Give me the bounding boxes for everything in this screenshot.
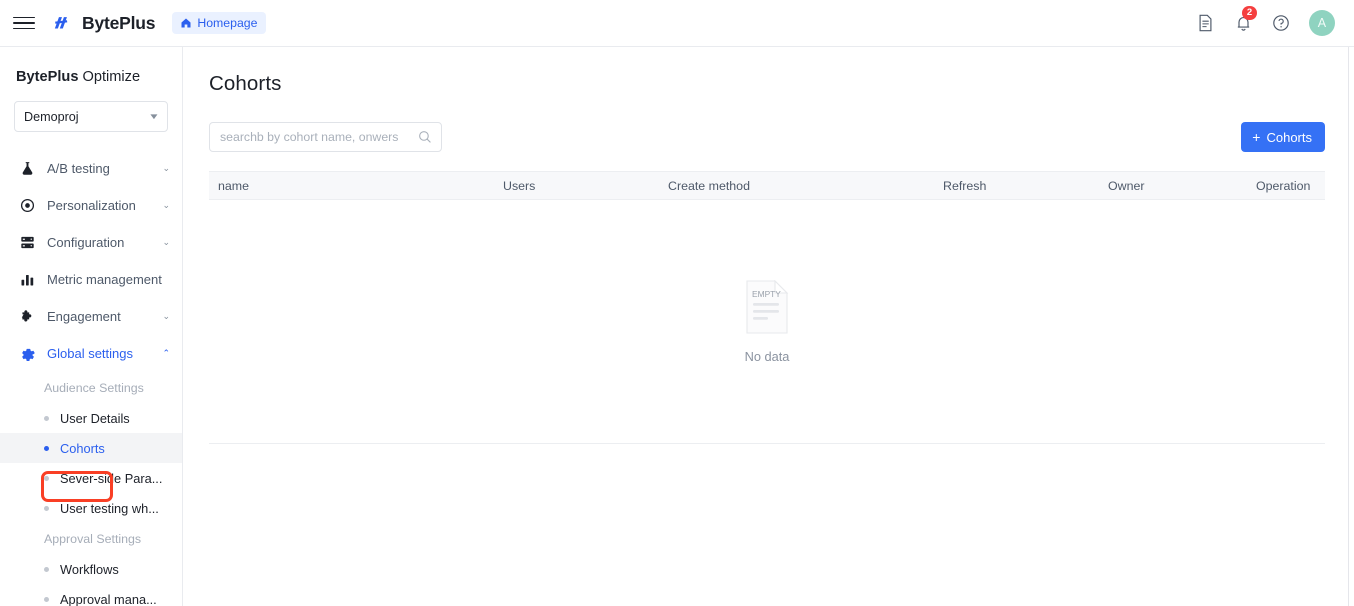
- sidebar-item-label: Metric management: [47, 272, 162, 287]
- bullet-icon: [44, 505, 49, 511]
- sidebar-subitem-label: User Details: [60, 410, 130, 426]
- page-title: Cohorts: [209, 72, 282, 95]
- bullet-icon: [44, 415, 49, 421]
- chevron-down-icon: ⌄: [162, 311, 170, 321]
- chevron-down-icon: ⌄: [162, 237, 170, 247]
- server-icon: [19, 234, 36, 251]
- target-icon: [19, 197, 36, 214]
- empty-document-icon: EMPTY: [745, 279, 789, 334]
- sidebar-subitem-approval-mana[interactable]: Approval mana...: [0, 584, 182, 606]
- plus-icon: +: [1252, 129, 1261, 145]
- bullet-icon: [44, 475, 49, 481]
- sidebar-subitem-label: Sever-side Para...: [60, 470, 163, 486]
- sidebar-item-configuration[interactable]: Configuration ⌄: [0, 224, 182, 261]
- sidebar-subitem-label: Workflows: [60, 561, 119, 577]
- main-content: Cohorts + Cohorts nameU: [183, 47, 1354, 606]
- sidebar-subitem-label: User testing wh...: [60, 500, 159, 516]
- notifications-bell-icon[interactable]: 2: [1233, 6, 1257, 33]
- search-box[interactable]: [209, 122, 442, 152]
- sidebar-item-personalization[interactable]: Personalization ⌄: [0, 187, 182, 224]
- cohorts-table: name Users Create method Refresh Owner Operat…: [209, 171, 1325, 444]
- add-cohorts-button[interactable]: + Cohorts: [1241, 122, 1325, 152]
- add-cohorts-button-label: Cohorts: [1266, 129, 1312, 145]
- bullet-icon: [44, 566, 49, 572]
- brand-title-bold: Byte: [82, 12, 120, 33]
- sidebar-sub-nav: Audience Settings User Details Cohorts Seve…: [0, 372, 182, 606]
- project-selector[interactable]: Demoproj ▼: [14, 101, 168, 132]
- search-input[interactable]: [220, 130, 418, 144]
- sidebar-subitem-cohorts[interactable]: Cohorts: [0, 433, 182, 463]
- sidebar-item-engagement[interactable]: Engagement ⌄: [0, 298, 182, 335]
- empty-state-label: No data: [744, 348, 790, 364]
- table-column-header[interactable]: name: [209, 179, 494, 193]
- document-icon[interactable]: [1195, 13, 1215, 33]
- sidebar-item-label: Personalization: [47, 198, 136, 213]
- sidebar: BytePlus Optimize Demoproj ▼ A/B testing…: [0, 47, 183, 606]
- brand-logo[interactable]: BytePlus: [53, 12, 156, 34]
- right-edge-rule: [1348, 47, 1349, 606]
- user-avatar[interactable]: A: [1309, 10, 1335, 36]
- sidebar-subitem-sever-side-para[interactable]: Sever-side Para...: [0, 463, 182, 493]
- sidebar-item-a-b-testing[interactable]: A/B testing ⌄: [0, 150, 182, 187]
- sidebar-group-title: Audience Settings: [44, 380, 144, 395]
- home-icon: [181, 18, 191, 28]
- table-column-header[interactable]: Owner: [1099, 179, 1247, 193]
- table-column-header[interactable]: Users: [494, 179, 659, 193]
- table-column-header[interactable]: Operation: [1247, 179, 1325, 193]
- sidebar-item-metric-management[interactable]: Metric management: [0, 261, 182, 298]
- table-column-header[interactable]: Refresh: [934, 179, 1099, 193]
- sidebar-subitem-user-testing-wh[interactable]: User testing wh...: [0, 493, 182, 523]
- brand-title-rest: Plus: [119, 12, 156, 33]
- sidebar-item-label: Configuration: [47, 235, 125, 250]
- sidebar-group-title: Approval Settings: [44, 531, 142, 546]
- brand-title: BytePlus: [82, 12, 156, 34]
- sidebar-item-global-settings[interactable]: Global settings ⌃: [0, 335, 182, 372]
- sidebar-subitem-workflows[interactable]: Workflows: [0, 554, 182, 584]
- chevron-down-icon: ⌄: [162, 200, 170, 210]
- empty-icon-text: EMPTY: [752, 289, 781, 299]
- byteplus-logo-icon: [54, 16, 68, 29]
- sidebar-item-label: Global settings: [47, 346, 133, 361]
- table-column-header[interactable]: Create method: [659, 179, 934, 193]
- sidebar-subitem-label: Cohorts: [60, 440, 105, 456]
- bullet-icon: [44, 445, 49, 451]
- topbar-actions: 2 A: [1195, 6, 1340, 36]
- puzzle-icon: [19, 308, 36, 325]
- homepage-chip-label: Homepage: [197, 16, 258, 30]
- sidebar-product-suffix: Optimize: [78, 69, 141, 85]
- chevron-down-icon: ⌄: [162, 163, 170, 173]
- top-bar: BytePlus Homepage 2 A: [0, 0, 1354, 47]
- sidebar-subitem-user-details[interactable]: User Details: [0, 403, 182, 433]
- sidebar-item-label: A/B testing: [47, 161, 110, 176]
- table-bottom-divider: [209, 443, 1325, 444]
- chevron-up-icon: ⌃: [162, 348, 170, 358]
- project-selector-value: Demoproj: [24, 109, 79, 124]
- sidebar-subitem-label: Approval mana...: [60, 591, 157, 606]
- sidebar-product-brand: BytePlus: [16, 69, 79, 85]
- hamburger-menu-icon[interactable]: [13, 12, 35, 34]
- page-body: BytePlus Optimize Demoproj ▼ A/B testing…: [0, 47, 1354, 606]
- flask-icon: [19, 160, 36, 177]
- toolbar: + Cohorts: [209, 122, 1325, 152]
- sidebar-product-title: BytePlus Optimize: [0, 69, 182, 85]
- chevron-down-icon: ▼: [148, 112, 160, 121]
- notification-badge: 2: [1242, 6, 1257, 20]
- bullet-icon: [44, 596, 49, 602]
- gear-icon: [19, 345, 36, 362]
- help-circle-icon[interactable]: [1271, 13, 1291, 33]
- empty-state: EMPTY No data: [209, 200, 1325, 443]
- app-root: BytePlus Homepage 2 A BytePlus Optimize …: [0, 0, 1354, 606]
- homepage-chip[interactable]: Homepage: [172, 12, 267, 34]
- bar-chart-icon: [19, 271, 36, 288]
- search-icon: [418, 130, 432, 144]
- sidebar-nav: A/B testing ⌄ Personalization ⌄ Configuratio…: [0, 150, 182, 372]
- table-header-row: name Users Create method Refresh Owner Operat…: [209, 171, 1325, 200]
- sidebar-item-label: Engagement: [47, 309, 121, 324]
